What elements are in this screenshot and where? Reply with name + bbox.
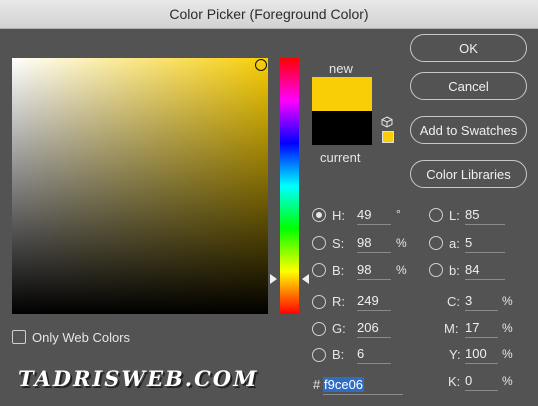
magenta-unit: %: [502, 321, 513, 335]
saturation-input[interactable]: 98: [357, 234, 391, 253]
current-color-swatch[interactable]: [312, 111, 372, 145]
color-field[interactable]: [12, 58, 268, 314]
cancel-button[interactable]: Cancel: [410, 72, 527, 100]
black-label: K:: [448, 374, 461, 389]
yellow-unit: %: [502, 347, 513, 361]
hue-radio[interactable]: [312, 208, 326, 222]
red-radio[interactable]: [312, 295, 326, 309]
gamut-warning-swatch[interactable]: [382, 131, 394, 143]
blue-label: B:: [332, 347, 345, 362]
web-safe-warning-icon[interactable]: [381, 116, 393, 128]
only-web-colors-checkbox[interactable]: [12, 330, 26, 344]
brightness-radio[interactable]: [312, 263, 326, 277]
green-label: G:: [332, 321, 346, 336]
yellow-label: Y:: [449, 347, 461, 362]
new-label: new: [329, 61, 353, 76]
current-label: current: [320, 150, 361, 165]
magenta-input[interactable]: 17: [465, 319, 498, 338]
black-input[interactable]: 0: [465, 372, 498, 391]
brightness-unit: %: [396, 263, 407, 277]
hue-unit: °: [396, 207, 401, 221]
cyan-input[interactable]: 3: [465, 292, 498, 311]
red-label: R:: [332, 294, 345, 309]
blue-radio[interactable]: [312, 348, 326, 362]
black-unit: %: [502, 374, 513, 388]
green-radio[interactable]: [312, 322, 326, 336]
window-title: Color Picker (Foreground Color): [0, 0, 538, 29]
lab-a-label: a:: [449, 236, 460, 251]
blue-input[interactable]: 6: [357, 345, 391, 364]
watermark: TADRISWEB.COM: [18, 366, 259, 391]
hue-slider[interactable]: [280, 58, 299, 314]
hue-label: H:: [332, 208, 345, 223]
hex-value: f9ce06: [323, 377, 365, 392]
saturation-label: S:: [332, 236, 345, 251]
red-input[interactable]: 249: [357, 292, 391, 311]
cyan-label: C:: [447, 294, 460, 309]
lab-b-label: b:: [449, 263, 460, 278]
add-to-swatches-button[interactable]: Add to Swatches: [410, 116, 527, 144]
hue-slider-left-arrow[interactable]: [270, 274, 277, 284]
only-web-colors-label[interactable]: Only Web Colors: [32, 330, 130, 345]
color-libraries-button[interactable]: Color Libraries: [410, 160, 527, 188]
lab-a-radio[interactable]: [429, 236, 443, 250]
saturation-radio[interactable]: [312, 236, 326, 250]
hex-label: #: [313, 377, 321, 392]
lab-l-input[interactable]: 85: [465, 206, 505, 225]
lab-l-label: L:: [449, 208, 460, 223]
color-field-handle[interactable]: [255, 59, 267, 71]
brightness-label: B:: [332, 263, 345, 278]
new-color-swatch: [312, 77, 372, 111]
lab-b-radio[interactable]: [429, 263, 443, 277]
lab-b-input[interactable]: 84: [465, 261, 505, 280]
yellow-input[interactable]: 100: [465, 345, 498, 364]
lab-a-input[interactable]: 5: [465, 234, 505, 253]
hex-input[interactable]: f9ce06: [323, 375, 403, 395]
cyan-unit: %: [502, 294, 513, 308]
green-input[interactable]: 206: [357, 319, 391, 338]
magenta-label: M:: [444, 321, 459, 336]
saturation-unit: %: [396, 236, 407, 250]
hue-input[interactable]: 49: [357, 206, 391, 225]
brightness-input[interactable]: 98: [357, 261, 391, 280]
hue-slider-right-arrow[interactable]: [302, 274, 309, 284]
lab-l-radio[interactable]: [429, 208, 443, 222]
ok-button[interactable]: OK: [410, 34, 527, 62]
